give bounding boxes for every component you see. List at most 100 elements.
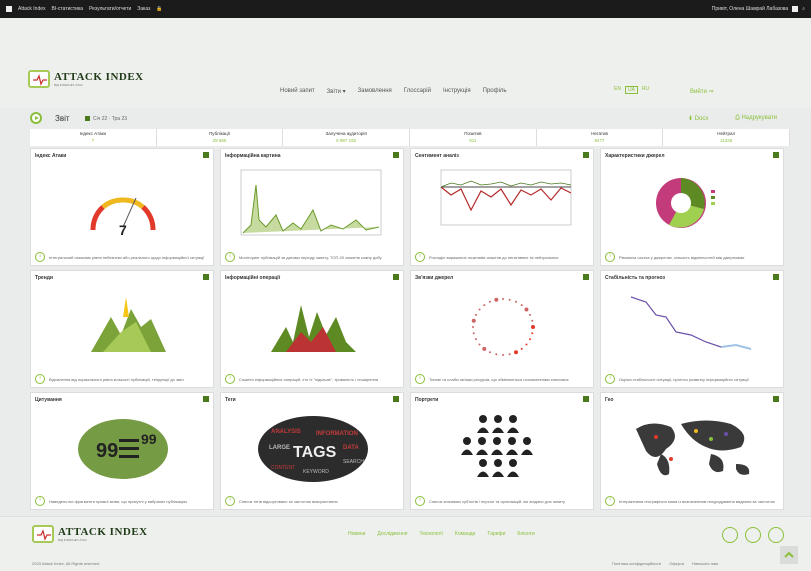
expand-icon[interactable] — [773, 152, 779, 158]
top-bar: Attack Index BI-статистика Результати/отче… — [0, 0, 811, 18]
header-logo[interactable]: ATTACK INDEX ВІД ІНТЕРНЕТ-АТАК — [28, 70, 144, 88]
footer-link[interactable]: Напишіть нам — [692, 561, 718, 566]
footer-nav-item[interactable]: Технології — [419, 531, 442, 537]
footer-nav-item[interactable]: Новини — [348, 531, 365, 537]
logout-link[interactable]: Вийти ⇒ — [690, 88, 714, 95]
info-icon[interactable]: i — [415, 374, 425, 384]
footer-nav-item[interactable]: Клієнти — [517, 531, 534, 537]
expand-icon[interactable] — [393, 274, 399, 280]
panel-visual[interactable]: 99 99 — [41, 409, 203, 489]
nav-item[interactable]: Глоссарій — [404, 88, 431, 95]
panel-visual[interactable] — [421, 409, 583, 489]
panel-visual[interactable]: 7 — [41, 165, 203, 245]
dashboard-panel[interactable]: Сентимент аналіз i Розподіл виражених поз… — [410, 148, 594, 266]
nav-item[interactable]: Інструкція — [443, 88, 471, 95]
scroll-top-button[interactable] — [780, 546, 798, 564]
grid-icon[interactable] — [6, 6, 12, 12]
dashboard-panel[interactable]: Інформаційна картина i Моніторинг публіка… — [220, 148, 404, 266]
panel-visual[interactable] — [611, 287, 773, 367]
lock-icon[interactable]: 🔒 — [156, 6, 162, 12]
panel-visual[interactable] — [611, 165, 773, 245]
panel-title: Гео — [605, 397, 614, 403]
print-button[interactable]: ⎙ Надрукувати — [735, 115, 777, 122]
panel-description: i Розподіл виражених позитивів сюжетів до… — [415, 252, 589, 262]
dashboard-panel[interactable]: Тренди i Відхилення від нормального рівня … — [30, 270, 214, 388]
expand-icon[interactable] — [393, 396, 399, 402]
top-bar-link[interactable]: Заказ — [137, 6, 150, 12]
facebook-icon[interactable] — [722, 527, 738, 543]
gauge-value: 7 — [119, 222, 127, 238]
youtube-icon[interactable] — [768, 527, 784, 543]
info-icon[interactable]: i — [35, 252, 45, 262]
nav-item[interactable]: Замовлення — [358, 88, 392, 95]
info-icon[interactable]: i — [225, 374, 235, 384]
panel-title: Портрети — [415, 397, 439, 403]
expand-icon[interactable] — [773, 274, 779, 280]
site-header: ATTACK INDEX ВІД ІНТЕРНЕТ-АТАК Новий запи… — [0, 18, 811, 108]
top-bar-link[interactable]: Attack Index — [18, 6, 46, 12]
top-bar-user: Привіт, Олена Шамрай Лабазова ⌕ — [712, 6, 805, 12]
nav-item[interactable]: Новий запит — [280, 88, 315, 95]
footer-nav-item[interactable]: Тарифи — [487, 531, 505, 537]
stat-label: Публікації — [209, 131, 230, 136]
dashboard-panel[interactable]: Індекс Атаки 7 i Інтегральний показник рів… — [30, 148, 214, 266]
panel-visual[interactable]: TAGS ANALYSIS INFORMATION LARGE DATA SEA… — [231, 409, 393, 489]
nav-item[interactable]: Звіти ▾ — [327, 88, 346, 95]
top-bar-link[interactable]: BI-статистика — [52, 6, 84, 12]
footer-nav-item[interactable]: Дослідження — [377, 531, 407, 537]
dashboard-panel[interactable]: Характеристики джерел i Рівняюча частка у… — [600, 148, 784, 266]
lang-ru[interactable]: RU — [642, 86, 649, 94]
dashboard-panel[interactable]: Портрети i Список значимих суб'єктів / пер… — [410, 392, 594, 510]
dashboard-panel[interactable]: Стабільність та прогноз i Оцінка стабільно… — [600, 270, 784, 388]
info-icon[interactable]: i — [605, 496, 615, 506]
twitter-icon[interactable] — [745, 527, 761, 543]
copyright: 2023 Attack Index, All Rights reserved — [32, 561, 100, 566]
expand-icon[interactable] — [203, 152, 209, 158]
avatar-icon[interactable] — [792, 6, 799, 12]
stat-value: 8477 — [594, 138, 605, 143]
play-icon[interactable] — [30, 112, 42, 124]
lang-en[interactable]: EN — [614, 86, 621, 94]
footer-link[interactable]: Політика конфіденційності — [612, 561, 661, 566]
search-icon[interactable]: ⌕ — [802, 6, 805, 12]
panel-visual[interactable] — [231, 165, 393, 245]
info-icon[interactable]: i — [415, 496, 425, 506]
expand-icon[interactable] — [583, 396, 589, 402]
info-icon[interactable]: i — [415, 252, 425, 262]
panel-visual[interactable] — [231, 287, 393, 367]
expand-icon[interactable] — [203, 274, 209, 280]
export-button[interactable]: ⬇ Docx — [688, 115, 708, 122]
footer-nav-item[interactable]: Команда — [455, 531, 475, 537]
expand-icon[interactable] — [583, 274, 589, 280]
panel-description-text: Рівняюча частка у джерелах, кількість ві… — [619, 254, 745, 260]
nav-item[interactable]: Профіль — [483, 88, 507, 95]
lang-ua[interactable]: UA — [624, 86, 638, 94]
stat-item: Залучена аудиторія 5 987 192 — [283, 129, 411, 146]
info-icon[interactable]: i — [225, 496, 235, 506]
dashboard-panel[interactable]: Гео i Інтерактивна географічна мапа із ви… — [600, 392, 784, 510]
panel-visual[interactable] — [421, 165, 583, 245]
expand-icon[interactable] — [773, 396, 779, 402]
dashboard-panel[interactable]: Зв'язки джерел i Типові та слабкі зв'язки … — [410, 270, 594, 388]
footer-link[interactable]: Оферта — [669, 561, 684, 566]
info-icon[interactable]: i — [605, 374, 615, 384]
tag-word: LARGE — [269, 445, 290, 451]
info-icon[interactable]: i — [35, 496, 45, 506]
dashboard-panel[interactable]: Теги TAGS ANALYSIS INFORMATION LARGE DAT… — [220, 392, 404, 510]
info-icon[interactable]: i — [605, 252, 615, 262]
greeting-text[interactable]: Привіт, Олена Шамрай Лабазова — [712, 6, 788, 12]
panel-visual[interactable] — [611, 409, 773, 489]
footer-logo[interactable]: ATTACK INDEX ВІД ІНТЕРНЕТ-АТАК — [32, 525, 148, 543]
info-icon[interactable]: i — [35, 374, 45, 384]
dashboard-panel[interactable]: Цитування 99 99 i Наведено всі фрагменти пря… — [30, 392, 214, 510]
panel-visual[interactable] — [41, 287, 203, 367]
top-bar-link[interactable]: Результати/отчети — [89, 6, 131, 12]
expand-icon[interactable] — [393, 152, 399, 158]
dashboard-panel[interactable]: Інформаційні операції i Сюжети інформаційн… — [220, 270, 404, 388]
expand-icon[interactable] — [203, 396, 209, 402]
info-icon[interactable]: i — [225, 252, 235, 262]
report-dates[interactable]: Січ 22 · Тра 23 — [85, 116, 127, 122]
panel-title: Індекс Атаки — [35, 153, 67, 159]
expand-icon[interactable] — [583, 152, 589, 158]
panel-visual[interactable] — [421, 287, 583, 367]
